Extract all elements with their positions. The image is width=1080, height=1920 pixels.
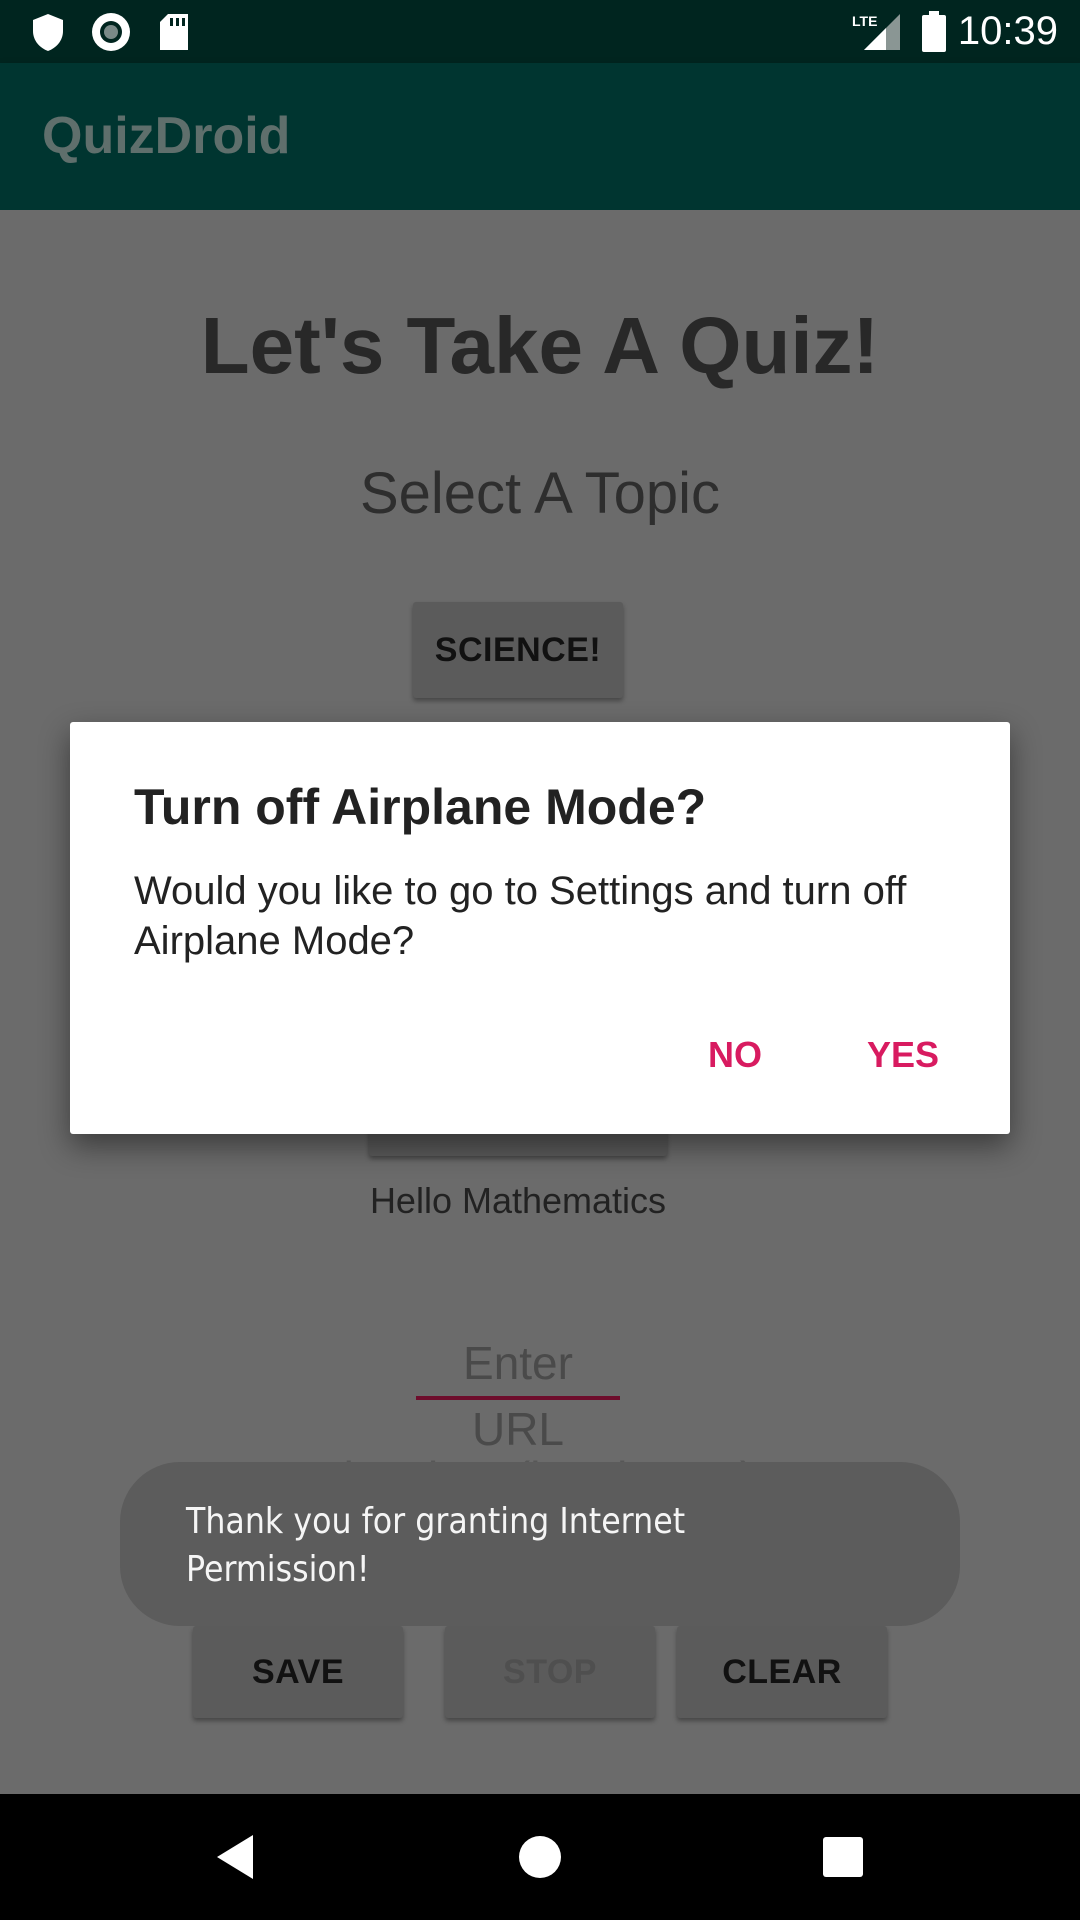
dialog-no-button[interactable]: NO — [672, 1020, 798, 1090]
math-label: Hello Mathematics — [369, 1180, 667, 1221]
dialog-yes-button[interactable]: YES — [840, 1020, 966, 1090]
clear-button[interactable]: CLEAR — [677, 1626, 887, 1718]
topic-subheading: Select A Topic — [359, 461, 721, 526]
science-button[interactable]: SCIENCE! — [413, 602, 623, 698]
status-bar: LTE 10:39 — [0, 0, 1080, 63]
app-title: QuizDroid — [42, 107, 291, 165]
dialog-title: Turn off Airplane Mode? — [134, 779, 707, 835]
network-type-label: LTE — [852, 13, 877, 29]
toast: Thank you for granting Internet Permissi… — [120, 1462, 960, 1626]
sd-card-icon — [156, 0, 192, 63]
app-bar: QuizDroid — [0, 63, 1080, 210]
page-heading: Let's Take A Quiz! — [200, 301, 880, 390]
shield-icon — [30, 0, 66, 63]
nav-bar — [0, 1794, 1080, 1920]
status-time: 10:39 — [957, 9, 1058, 53]
recents-icon[interactable] — [808, 1794, 878, 1920]
record-icon — [88, 0, 134, 63]
save-button[interactable]: SAVE — [193, 1626, 403, 1718]
url-input[interactable]: Enter URL — [416, 1330, 620, 1455]
toast-message: Thank you for granting Internet Permissi… — [186, 1501, 686, 1590]
airplane-mode-dialog: Turn off Airplane Mode? Would you like t… — [70, 722, 1010, 1134]
signal-icon: LTE — [850, 0, 902, 63]
dialog-message: Would you like to go to Settings and tur… — [134, 869, 907, 963]
home-icon[interactable] — [505, 1794, 575, 1920]
stop-button[interactable]: STOP — [445, 1626, 655, 1718]
back-icon[interactable] — [200, 1794, 270, 1920]
battery-icon — [918, 0, 950, 63]
